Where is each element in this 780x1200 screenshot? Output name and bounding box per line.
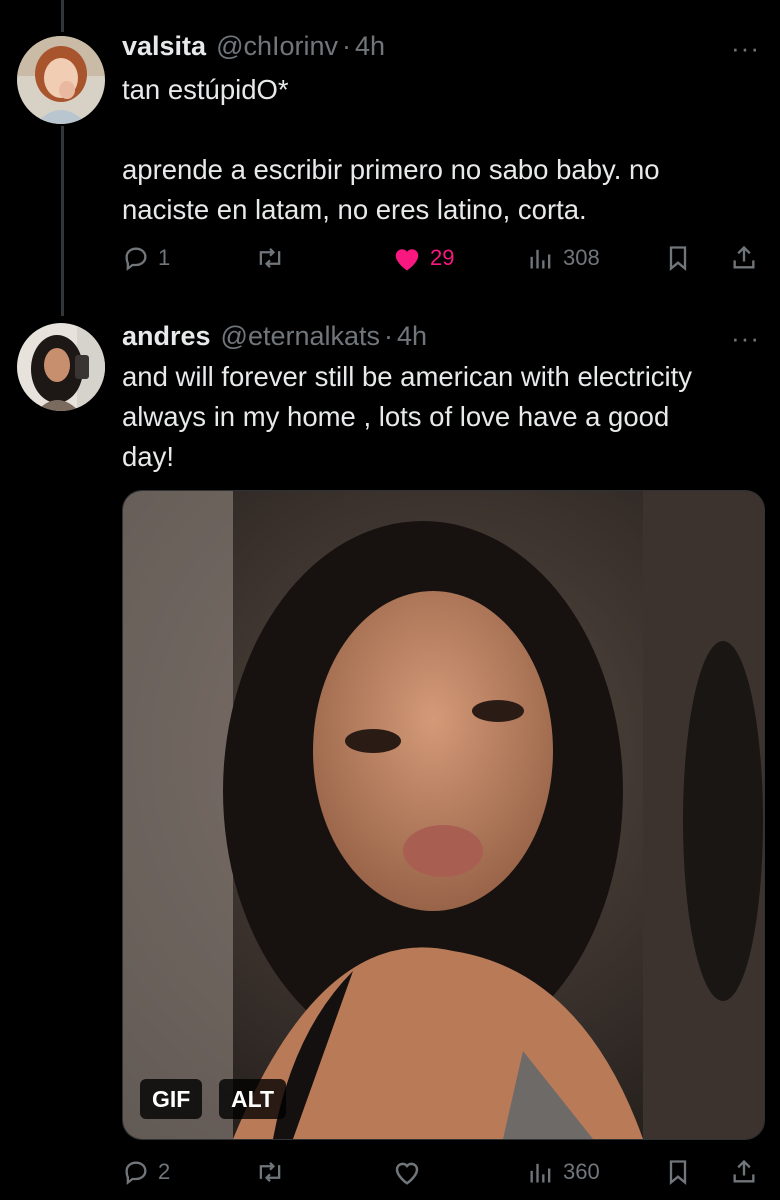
more-options-icon[interactable]: ··· bbox=[731, 35, 760, 61]
separator-dot: · bbox=[342, 30, 352, 61]
like-count: 29 bbox=[430, 245, 455, 270]
gif-badge[interactable]: GIF bbox=[140, 1079, 203, 1119]
user-handle[interactable]: @eternalkats bbox=[221, 321, 380, 352]
separator-dot: · bbox=[384, 320, 394, 351]
tweet-header: andres @eternalkats · 4h bbox=[122, 318, 427, 354]
like-button[interactable] bbox=[392, 1152, 422, 1192]
user-handle[interactable]: @chIorinv bbox=[216, 31, 338, 62]
avatar[interactable] bbox=[17, 36, 105, 124]
view-count: 360 bbox=[563, 1159, 600, 1184]
tweet-media-gif[interactable]: GIF ALT bbox=[122, 490, 765, 1140]
display-name[interactable]: andres bbox=[122, 321, 211, 352]
gif-image bbox=[123, 491, 764, 1139]
tweet-header: valsita @chIorinv · 4h bbox=[122, 28, 385, 64]
heart-filled-icon bbox=[395, 249, 419, 271]
heart-outline-icon bbox=[395, 1162, 419, 1185]
bookmark-icon bbox=[669, 246, 687, 271]
alt-badge[interactable]: ALT bbox=[219, 1079, 287, 1119]
more-options-icon[interactable]: ··· bbox=[731, 325, 760, 351]
like-button[interactable]: 29 bbox=[392, 238, 454, 278]
tweet-text: tan estúpidO* aprende a escribir primero… bbox=[122, 74, 660, 225]
analytics-icon bbox=[530, 249, 551, 269]
share-icon bbox=[733, 245, 755, 269]
reply-button[interactable]: 1 bbox=[122, 238, 170, 278]
retweet-button[interactable] bbox=[254, 1152, 286, 1192]
reply-button[interactable]: 2 bbox=[122, 1152, 170, 1192]
bookmark-button[interactable] bbox=[664, 238, 692, 278]
display-name[interactable]: valsita bbox=[122, 31, 206, 62]
share-button[interactable] bbox=[730, 1152, 758, 1192]
tweet-actions: 1 29 308 bbox=[122, 238, 762, 278]
bookmark-button[interactable] bbox=[664, 1152, 692, 1192]
reply-count: 1 bbox=[158, 245, 171, 270]
thread-line bbox=[61, 126, 64, 316]
analytics-icon bbox=[530, 1163, 551, 1183]
thread-line-top bbox=[61, 0, 64, 32]
tweet-text: and will forever still be american with … bbox=[122, 361, 700, 472]
reply-count: 2 bbox=[158, 1159, 171, 1184]
tweet-actions: 2 360 bbox=[122, 1152, 762, 1192]
share-button[interactable] bbox=[730, 238, 758, 278]
avatar[interactable] bbox=[17, 323, 105, 411]
timestamp[interactable]: 4h bbox=[355, 31, 385, 62]
views-button[interactable]: 360 bbox=[527, 1152, 600, 1192]
reply-icon bbox=[125, 247, 147, 271]
views-button[interactable]: 308 bbox=[527, 238, 600, 278]
retweet-icon bbox=[259, 1162, 281, 1182]
retweet-button[interactable] bbox=[254, 238, 286, 278]
bookmark-icon bbox=[669, 1160, 687, 1185]
retweet-icon bbox=[259, 248, 281, 268]
timestamp[interactable]: 4h bbox=[397, 321, 427, 352]
reply-icon bbox=[125, 1161, 147, 1185]
view-count: 308 bbox=[563, 245, 600, 270]
share-icon bbox=[733, 1159, 755, 1183]
